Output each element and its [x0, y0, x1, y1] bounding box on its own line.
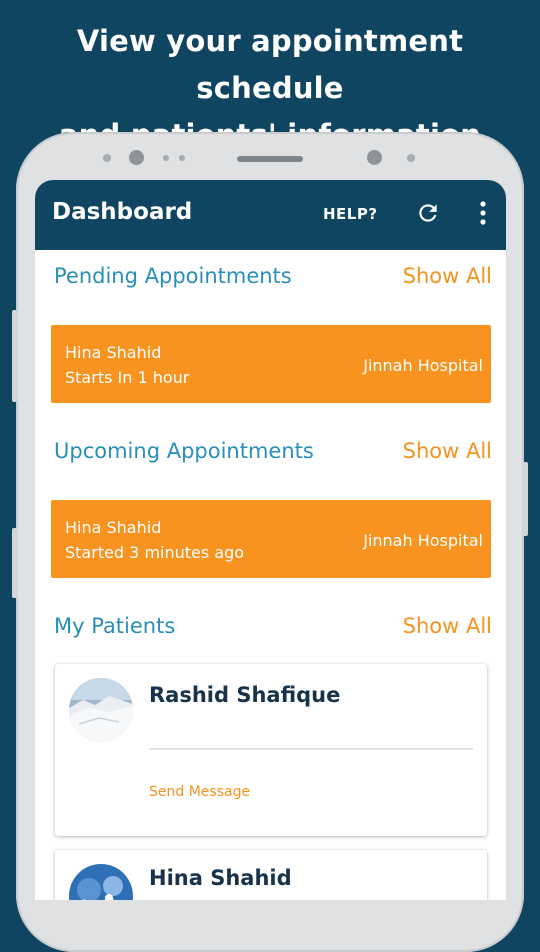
phone-sensor-dot — [103, 154, 111, 162]
more-vert-icon[interactable] — [475, 200, 491, 226]
pending-show-all-button[interactable]: Show All — [403, 264, 492, 288]
appointment-patient-name: Hina Shahid — [65, 518, 162, 537]
appointment-hospital: Jinnah Hospital — [363, 356, 483, 375]
avatar — [69, 864, 133, 900]
promo-headline-line1: View your appointment schedule — [76, 24, 464, 105]
patient-name: Hina Shahid — [149, 866, 292, 890]
phone-sensor-dot — [163, 155, 169, 161]
card-divider — [149, 748, 473, 750]
app-screen: Dashboard HELP? Pending Appointments Sho… — [35, 180, 506, 900]
phone-sensor-dot — [407, 154, 415, 162]
phone-sensor-dot — [179, 155, 185, 161]
patients-section-header: My Patients Show All — [54, 614, 492, 644]
help-button[interactable]: HELP? — [323, 205, 378, 223]
page-title: Dashboard — [52, 199, 193, 225]
appointment-hospital: Jinnah Hospital — [363, 531, 483, 550]
appointment-status: Starts In 1 hour — [65, 368, 190, 387]
phone-side-button — [12, 528, 18, 598]
section-title: Upcoming Appointments — [54, 439, 314, 463]
patient-card[interactable]: Hina Shahid — [55, 850, 487, 900]
phone-side-button — [522, 462, 528, 536]
send-message-link[interactable]: Send Message — [149, 784, 250, 800]
section-title: My Patients — [54, 614, 176, 638]
phone-speaker — [237, 156, 303, 162]
upcoming-appointment-card[interactable]: Hina Shahid Started 3 minutes ago Jinnah… — [51, 500, 491, 578]
section-title: Pending Appointments — [54, 264, 292, 288]
phone-front-camera — [129, 150, 144, 165]
patients-show-all-button[interactable]: Show All — [403, 614, 492, 638]
appointment-patient-name: Hina Shahid — [65, 343, 162, 362]
phone-rear-sensor — [367, 150, 382, 165]
upcoming-show-all-button[interactable]: Show All — [403, 439, 492, 463]
pending-section-header: Pending Appointments Show All — [54, 264, 492, 294]
appointment-status: Started 3 minutes ago — [65, 543, 245, 562]
upcoming-section-header: Upcoming Appointments Show All — [54, 439, 492, 469]
avatar — [69, 678, 133, 742]
refresh-icon[interactable] — [415, 200, 441, 226]
pending-appointment-card[interactable]: Hina Shahid Starts In 1 hour Jinnah Hosp… — [51, 325, 491, 403]
app-bar: Dashboard HELP? — [35, 180, 506, 250]
patient-name: Rashid Shafique — [149, 683, 341, 707]
patient-card[interactable]: Rashid Shafique Send Message — [55, 664, 487, 836]
phone-side-button — [12, 310, 18, 402]
